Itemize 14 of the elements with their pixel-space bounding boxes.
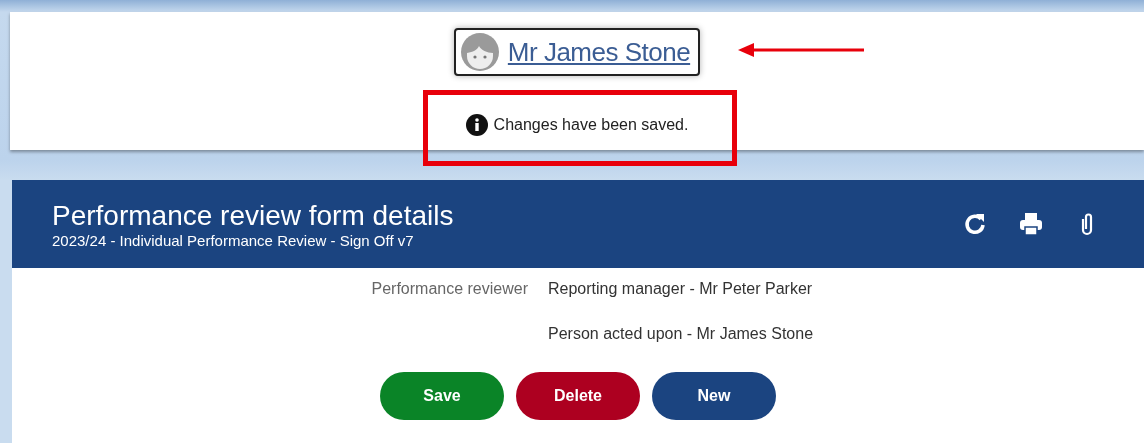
new-button[interactable]: New bbox=[652, 372, 776, 420]
delete-button[interactable]: Delete bbox=[516, 372, 640, 420]
save-button[interactable]: Save bbox=[380, 372, 504, 420]
status-message: Changes have been saved. bbox=[493, 116, 689, 134]
page-title: Performance review form details bbox=[52, 199, 454, 232]
profile-link[interactable]: Mr James Stone bbox=[453, 28, 701, 76]
field-label: Performance reviewer bbox=[370, 280, 528, 299]
field-value: Person acted upon - Mr James Stone bbox=[548, 325, 814, 344]
avatar-icon bbox=[459, 32, 500, 72]
page-subtitle: 2023/24 - Individual Performance Review - Sign Off v7 bbox=[52, 231, 415, 249]
info-icon bbox=[465, 114, 488, 136]
printer-icon[interactable] bbox=[1018, 211, 1044, 237]
field-value: Reporting manager - Mr Peter Parker bbox=[548, 280, 813, 299]
refresh-icon[interactable] bbox=[962, 211, 988, 237]
